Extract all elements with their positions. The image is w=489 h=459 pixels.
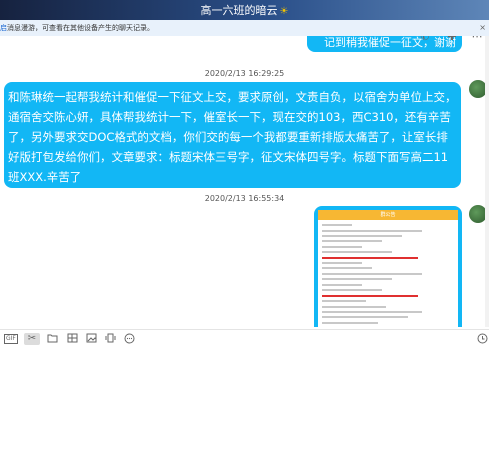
screenshot-line xyxy=(322,278,392,280)
image-edit-icon[interactable] xyxy=(65,333,79,345)
message-timestamp: 2020/2/13 16:55:34 xyxy=(204,194,285,203)
screenshot-line xyxy=(322,311,422,313)
message-text: 记到稍我催促一征文，谢谢 xyxy=(324,36,456,49)
window-title-text: 高一六班的暗云 xyxy=(200,4,278,17)
message-timestamp: 2020/2/13 16:29:25 xyxy=(204,69,285,78)
more-icon[interactable]: ⋯ xyxy=(470,36,484,44)
screenshot-highlight xyxy=(322,295,418,297)
phone-icon[interactable]: ✆ xyxy=(418,36,432,44)
shared-screenshot[interactable]: 群公告 xyxy=(318,210,458,327)
notice-text: 消息漫游，可查看在其他设备产生的聊天记录。 xyxy=(7,24,154,32)
message-text: 和陈琳统一起帮我统计和催促一下征文上交，要求原创，文责自负，以宿舍为单位上交，通… xyxy=(8,90,457,184)
screenshot-line xyxy=(322,316,408,318)
screenshot-line xyxy=(322,273,422,275)
gif-button[interactable]: GIF xyxy=(4,334,18,344)
close-icon[interactable]: × xyxy=(479,20,486,36)
screenshot-line xyxy=(322,251,392,253)
screenshot-line xyxy=(322,230,422,232)
screenshot-line xyxy=(322,262,362,264)
message-bubble[interactable]: 记到稍我催促一征文，谢谢 xyxy=(307,36,462,52)
screenshot-line xyxy=(322,289,382,291)
chat-area[interactable]: 记到稍我催促一征文，谢谢 ✆ ✚ ⋯ 2020/2/13 16:29:25 和陈… xyxy=(0,36,489,327)
screenshot-line xyxy=(322,284,362,286)
screenshot-line xyxy=(322,246,362,248)
screenshot-line xyxy=(322,240,382,242)
screenshot-highlight xyxy=(322,257,418,259)
window-title: 高一六班的暗云 ☀ xyxy=(0,2,489,18)
add-member-icon[interactable]: ✚ xyxy=(445,36,459,44)
scissors-icon[interactable]: ✂ xyxy=(24,333,40,345)
folder-icon[interactable] xyxy=(45,333,59,345)
screenshot-line xyxy=(322,267,372,269)
input-toolbar: GIF ✂ xyxy=(0,329,489,348)
history-icon[interactable] xyxy=(476,333,488,345)
window-titlebar: 高一六班的暗云 ☀ xyxy=(0,0,489,20)
message-input[interactable] xyxy=(0,348,489,459)
screenshot-line xyxy=(322,306,386,308)
shake-icon[interactable] xyxy=(103,333,117,345)
screenshot-header: 群公告 xyxy=(318,210,458,220)
roaming-notice: 启消息漫游，可查看在其他设备产生的聊天记录。 × xyxy=(0,20,489,36)
screenshot-caption: 群公告 xyxy=(380,212,396,218)
screenshot-line xyxy=(322,322,378,324)
notice-lead: 启 xyxy=(0,24,7,32)
picture-icon[interactable] xyxy=(84,333,98,345)
screenshot-line xyxy=(322,235,402,237)
screenshot-line xyxy=(322,224,352,226)
screenshot-line xyxy=(322,300,366,302)
more-icon[interactable] xyxy=(122,333,136,345)
chat-scrollbar[interactable] xyxy=(485,36,489,327)
image-message-bubble[interactable]: 群公告 xyxy=(314,206,462,327)
sun-icon: ☀ xyxy=(279,6,289,17)
message-bubble[interactable]: 和陈琳统一起帮我统计和催促一下征文上交，要求原创，文责自负，以宿舍为单位上交，通… xyxy=(4,82,461,188)
